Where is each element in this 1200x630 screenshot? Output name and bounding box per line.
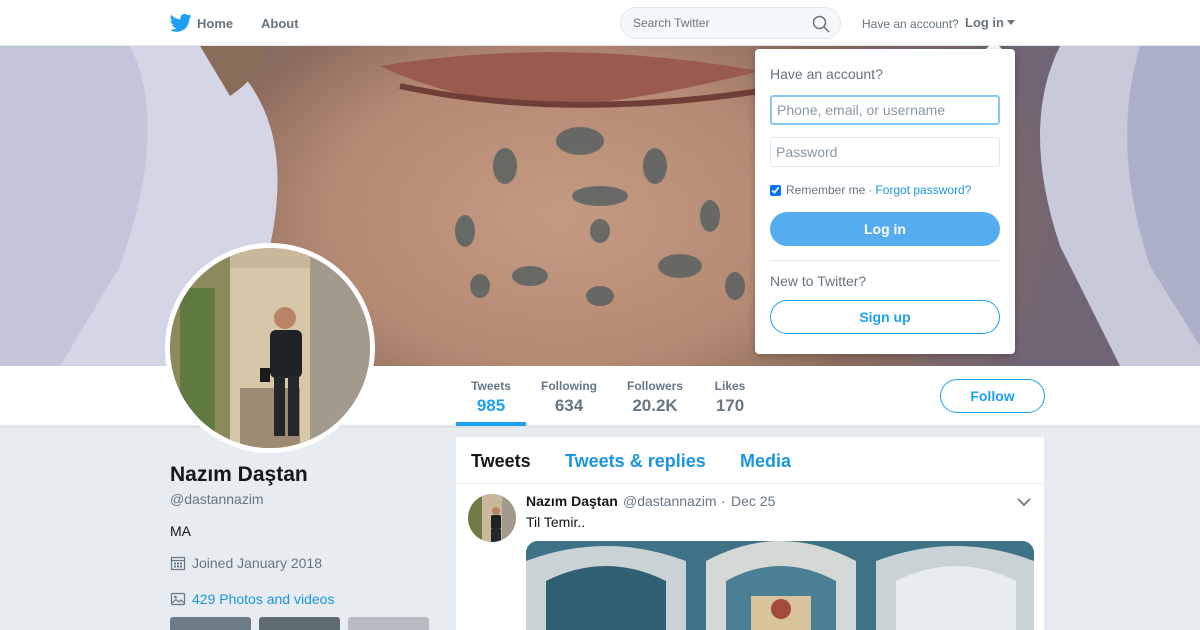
tweet-avatar[interactable] xyxy=(468,494,516,542)
dropdown-arrow xyxy=(986,41,1002,49)
stat-label: Tweets xyxy=(471,379,511,393)
twitter-bird-icon[interactable] xyxy=(170,13,192,33)
signup-button[interactable]: Sign up xyxy=(770,300,1000,334)
calendar-icon xyxy=(170,556,186,571)
search-icon[interactable] xyxy=(812,15,830,33)
top-nav-bar: Home About Have an account? Log in xyxy=(0,0,1200,46)
stat-followers[interactable]: Followers 20.2K xyxy=(622,366,688,426)
photo-thumbnail[interactable] xyxy=(348,617,429,630)
login-toggle-label: Log in xyxy=(965,15,1004,30)
tab-tweets[interactable]: Tweets xyxy=(471,451,531,472)
username-field[interactable] xyxy=(770,95,1000,125)
tweet-media-image[interactable] xyxy=(526,541,1034,630)
chevron-down-icon[interactable] xyxy=(1016,496,1032,508)
caret-down-icon xyxy=(1007,20,1015,25)
remember-me-checkbox[interactable] xyxy=(770,184,781,196)
forgot-password-link[interactable]: Forgot password? xyxy=(875,183,971,197)
profile-handle[interactable]: @dastannazim xyxy=(170,491,264,507)
remember-me-row: Remember me · Forgot password? xyxy=(770,183,971,197)
tweet-separator: · xyxy=(721,493,726,509)
stat-following[interactable]: Following 634 xyxy=(536,366,602,426)
stat-value: 20.2K xyxy=(632,396,678,415)
password-field[interactable] xyxy=(770,137,1000,167)
joined-date: Joined January 2018 xyxy=(170,555,322,571)
nav-home-link[interactable]: Home xyxy=(197,16,233,31)
tweet-item[interactable]: Nazım Daştan @dastannazim · Dec 25 Til T… xyxy=(456,484,1044,630)
profile-bio: MA xyxy=(170,523,191,539)
profile-name[interactable]: Nazım Daştan xyxy=(170,463,308,487)
photo-thumbnail[interactable] xyxy=(259,617,340,630)
dropdown-title: Have an account? xyxy=(770,66,883,82)
stat-likes[interactable]: Likes 170 xyxy=(708,366,752,426)
divider xyxy=(770,260,1000,261)
tweet-date[interactable]: Dec 25 xyxy=(731,493,775,509)
tweet-author-handle[interactable]: @dastannazim xyxy=(623,493,717,509)
stat-label: Following xyxy=(541,379,597,393)
stat-value: 634 xyxy=(554,396,584,415)
login-dropdown: Have an account? Remember me · Forgot pa… xyxy=(755,49,1015,354)
stat-tweets[interactable]: Tweets 985 xyxy=(456,366,526,426)
nav-about-link[interactable]: About xyxy=(261,16,299,31)
separator-dot: · xyxy=(868,183,873,197)
new-to-twitter-label: New to Twitter? xyxy=(770,273,867,289)
remember-me-label[interactable]: Remember me xyxy=(786,183,865,197)
avatar-photo xyxy=(170,248,370,448)
photos-videos-link[interactable]: 429 Photos and videos xyxy=(170,591,334,607)
follow-button[interactable]: Follow xyxy=(940,379,1045,413)
search-box xyxy=(620,7,841,39)
photo-icon xyxy=(170,592,186,606)
have-account-label: Have an account? xyxy=(862,17,959,31)
timeline-tabs: Tweets Tweets & replies Media xyxy=(456,437,1044,484)
tab-media[interactable]: Media xyxy=(740,451,791,472)
photos-videos-label: 429 Photos and videos xyxy=(192,591,335,607)
timeline: Tweets Tweets & replies Media Nazım Daşt… xyxy=(456,437,1044,630)
tweet-author-name[interactable]: Nazım Daştan xyxy=(526,493,618,509)
stat-label: Likes xyxy=(714,379,746,393)
stat-label: Followers xyxy=(626,379,683,393)
photo-thumbnail[interactable] xyxy=(170,617,251,630)
search-input[interactable] xyxy=(633,15,803,31)
login-dropdown-toggle[interactable]: Log in xyxy=(965,15,1015,30)
profile-avatar[interactable] xyxy=(165,243,375,453)
stat-value: 985 xyxy=(476,396,506,415)
tab-tweets-replies[interactable]: Tweets & replies xyxy=(565,451,706,472)
joined-label: Joined January 2018 xyxy=(192,555,322,571)
stat-value: 170 xyxy=(715,396,745,415)
login-button[interactable]: Log in xyxy=(770,212,1000,246)
tweet-text: Til Temir.. xyxy=(526,514,586,530)
